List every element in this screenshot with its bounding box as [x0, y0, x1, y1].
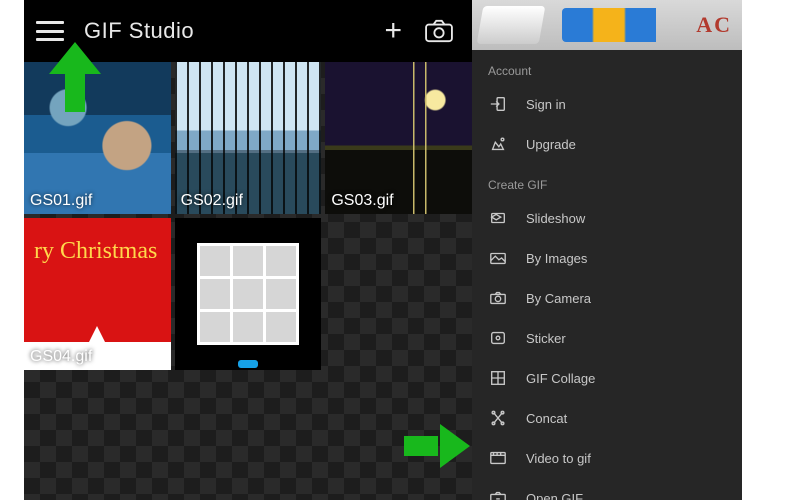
menu-item-open-gif[interactable]: Open GIF — [472, 478, 742, 500]
collage-grid — [197, 243, 299, 345]
tile-label: GS03.gif — [325, 188, 399, 214]
gif-tile[interactable] — [175, 218, 322, 370]
open-icon — [488, 489, 508, 500]
drawer-header-image: AC — [472, 0, 742, 50]
tutorial-composite: GIF Studio + GS01.gif GS02.gif — [0, 0, 800, 500]
camera-icon — [488, 289, 508, 307]
nav-drawer: AC Account Sign in Upgrade Create GIF — [472, 0, 742, 500]
hamburger-icon[interactable] — [36, 21, 64, 41]
annotation-arrow-right — [404, 424, 470, 468]
header-logo-text: AC — [696, 12, 732, 38]
signin-icon — [488, 95, 508, 113]
menu-item-gif-collage[interactable]: GIF Collage — [472, 358, 742, 398]
appbar-actions: + — [384, 16, 460, 46]
gif-tile[interactable]: GS02.gif — [175, 62, 322, 214]
menu-label: Slideshow — [526, 211, 585, 226]
menu-label: Concat — [526, 411, 567, 426]
menu-label: By Images — [526, 251, 587, 266]
menu-label: Sticker — [526, 331, 566, 346]
tile-label: GS01.gif — [24, 188, 98, 214]
add-button[interactable]: + — [384, 16, 402, 46]
tile-label — [175, 362, 187, 370]
menu-item-by-camera[interactable]: By Camera — [472, 278, 742, 318]
tile-label: GS04.gif — [24, 344, 98, 370]
menu-label: Video to gif — [526, 451, 591, 466]
annotation-arrow-up — [48, 42, 102, 112]
menu-account: Sign in Upgrade — [472, 84, 742, 164]
menu-item-sticker[interactable]: Sticker — [472, 318, 742, 358]
menu-item-signin[interactable]: Sign in — [472, 84, 742, 124]
menu-item-by-images[interactable]: By Images — [472, 238, 742, 278]
menu-item-upgrade[interactable]: Upgrade — [472, 124, 742, 164]
tile-label: GS02.gif — [175, 188, 249, 214]
gif-tile[interactable]: ry Christmas GS04.gif — [24, 218, 171, 370]
menu-create: Slideshow By Images By Camera Sticker — [472, 198, 742, 500]
images-icon — [488, 249, 508, 267]
app-title: GIF Studio — [84, 18, 384, 44]
collage-icon — [488, 369, 508, 387]
menu-label: Open GIF — [526, 491, 583, 500]
upgrade-icon — [488, 135, 508, 153]
menu-label: GIF Collage — [526, 371, 595, 386]
video-icon — [488, 449, 508, 467]
thumbnail — [175, 218, 322, 370]
menu-item-slideshow[interactable]: Slideshow — [472, 198, 742, 238]
menu-label: Sign in — [526, 97, 566, 112]
concat-icon — [488, 409, 508, 427]
sticker-icon — [488, 329, 508, 347]
section-heading-create: Create GIF — [472, 164, 742, 198]
gif-tile[interactable]: GS03.gif — [325, 62, 472, 214]
menu-item-concat[interactable]: Concat — [472, 398, 742, 438]
menu-item-video-to-gif[interactable]: Video to gif — [472, 438, 742, 478]
section-heading-account: Account — [472, 50, 742, 84]
menu-label: Upgrade — [526, 137, 576, 152]
slideshow-icon — [488, 209, 508, 227]
christmas-text: ry Christmas — [34, 238, 157, 265]
menu-label: By Camera — [526, 291, 591, 306]
camera-button[interactable] — [424, 19, 454, 43]
